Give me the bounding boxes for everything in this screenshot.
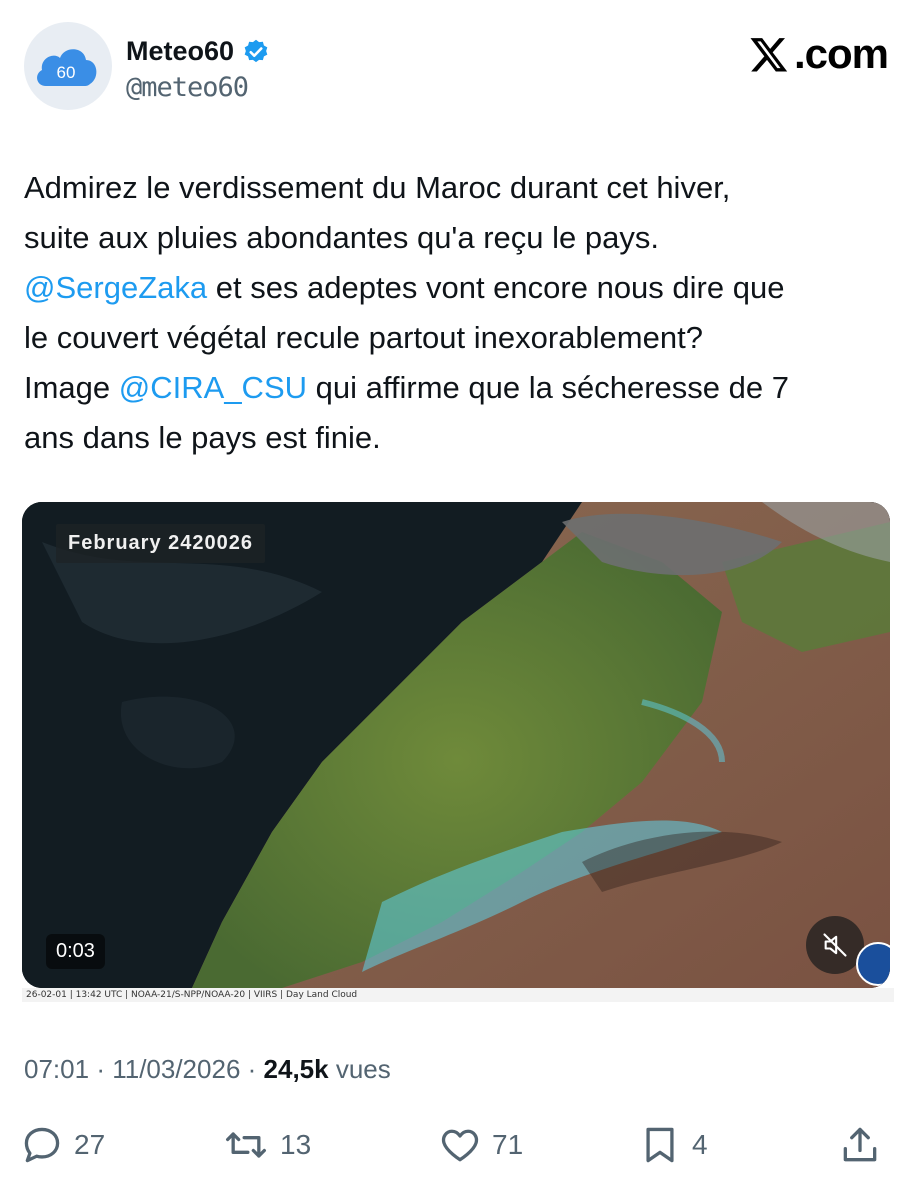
date-label: February 2420026: [56, 524, 266, 563]
video-player[interactable]: February 2420026 0:03: [22, 502, 890, 988]
satellite-image: [22, 502, 890, 988]
heart-icon: [441, 1129, 479, 1162]
cloud-icon: 60: [37, 49, 97, 86]
bookmark-icon: [646, 1127, 674, 1163]
name-row: Meteo60: [126, 36, 270, 67]
display-name[interactable]: Meteo60: [126, 36, 234, 67]
tweet-line-text: et ses adeptes vont encore nous dire que: [207, 270, 785, 305]
tweet-time[interactable]: 07:01: [24, 1054, 89, 1084]
share-icon: [843, 1127, 877, 1162]
views-label: vues: [335, 1054, 391, 1084]
tweet-line: le couvert végétal recule partout inexor…: [24, 320, 703, 355]
reply-count: 27: [74, 1129, 106, 1160]
verified-badge-icon: [244, 39, 268, 62]
speaker-muted-icon: [823, 933, 847, 957]
share-button[interactable]: [838, 1120, 892, 1170]
repost-count: 13: [280, 1129, 312, 1160]
mention-link[interactable]: @SergeZaka: [24, 270, 207, 305]
like-count: 71: [492, 1129, 524, 1160]
handle[interactable]: @meteo60: [126, 72, 249, 103]
tweet-line: Image @CIRA_CSU qui affirme que la séche…: [24, 363, 894, 413]
tweet-line-text: Image: [24, 370, 119, 405]
svg-text:60: 60: [57, 63, 76, 82]
tweet-date[interactable]: 11/03/2026: [112, 1054, 240, 1084]
image-caption: 26-02-01 | 13:42 UTC | NOAA-21/S-NPP/NOA…: [22, 988, 894, 1002]
separator: ·: [247, 1054, 264, 1084]
repost-icon: [226, 1132, 266, 1158]
separator: ·: [96, 1054, 113, 1084]
tweet-line: suite aux pluies abondantes qu'a reçu le…: [24, 220, 659, 255]
tweet-line-text: qui affirme que la sécheresse de 7: [307, 370, 789, 405]
tweet-line: Admirez le verdissement du Maroc durant …: [24, 170, 731, 205]
like-button[interactable]: 71: [438, 1120, 523, 1170]
tweet-line: ans dans le pays est finie.: [24, 420, 381, 455]
repost-button[interactable]: 13: [222, 1120, 311, 1170]
x-brand: .com: [748, 30, 889, 78]
avatar[interactable]: 60: [24, 22, 112, 110]
bookmark-count: 4: [692, 1129, 708, 1160]
reply-button[interactable]: 27: [20, 1120, 105, 1170]
video-time: 0:03: [46, 934, 105, 969]
x-domain-label: .com: [793, 30, 889, 77]
tweet-header: 60 Meteo60 @meteo60 .com: [24, 22, 889, 114]
bookmark-button[interactable]: 4: [638, 1120, 708, 1170]
views-count: 24,5k: [263, 1054, 329, 1084]
reply-icon: [24, 1127, 60, 1163]
action-bar: 27 13 71 4: [20, 1120, 892, 1170]
tweet-meta: 07:01 · 11/03/2026 · 24,5k vues: [24, 1054, 391, 1085]
tweet-line: @SergeZaka et ses adeptes vont encore no…: [24, 263, 894, 313]
tweet-text: Admirez le verdissement du Maroc durant …: [24, 163, 894, 463]
mention-link[interactable]: @CIRA_CSU: [119, 370, 307, 405]
x-logo-icon: [750, 38, 788, 72]
